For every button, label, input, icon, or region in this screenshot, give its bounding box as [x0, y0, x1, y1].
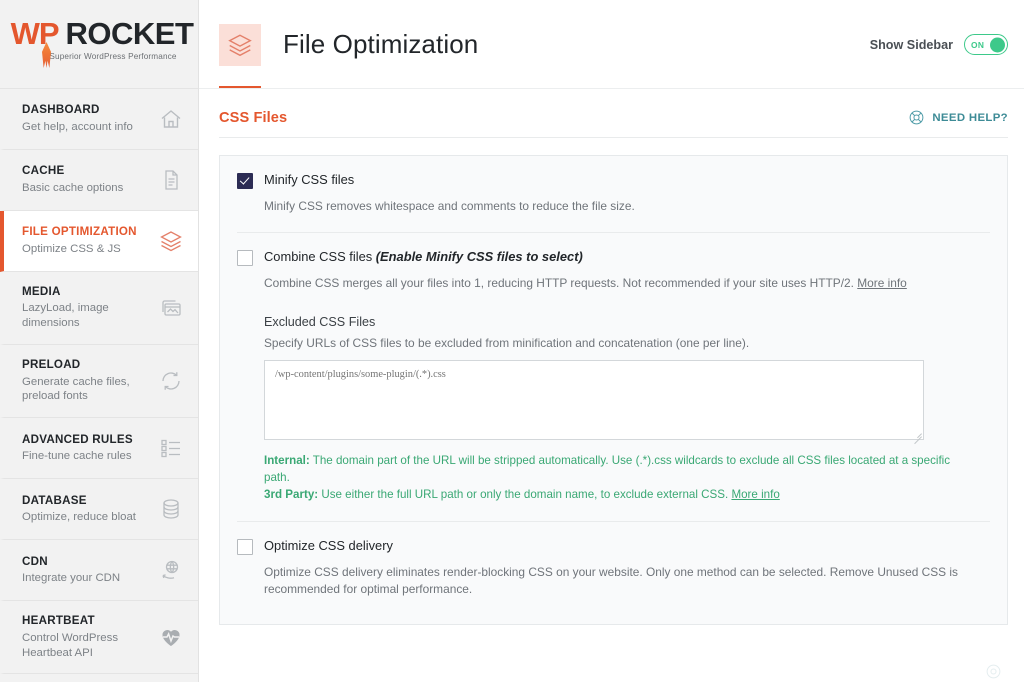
- optimize-css-delivery-checkbox[interactable]: [237, 538, 253, 555]
- show-sidebar-label: Show Sidebar: [869, 37, 953, 52]
- sidebar-nav: DASHBOARD Get help, account info CACHE B…: [0, 88, 198, 675]
- minify-css-label: Minify CSS files: [264, 172, 355, 187]
- refresh-icon: [158, 368, 184, 394]
- optimize-css-delivery-description: Optimize CSS delivery eliminates render-…: [264, 564, 958, 596]
- toggle-state-label: ON: [971, 39, 985, 50]
- section-title: CSS Files: [219, 109, 288, 126]
- sidebar-item-desc: LazyLoad, image dimensions: [22, 302, 109, 330]
- header-divider: [199, 88, 1024, 89]
- combine-css-checkbox[interactable]: [237, 250, 253, 267]
- combine-css-label: Combine CSS files (Enable Minify CSS fil…: [264, 249, 583, 265]
- home-icon: [158, 106, 184, 132]
- lifebuoy-icon: [985, 663, 1002, 680]
- sidebar-item-desc: Get help, account info: [22, 120, 133, 133]
- logo-wp-text: WP: [10, 16, 60, 51]
- checklist-icon: [158, 435, 184, 461]
- sidebar-item-title: HEARTBEAT: [22, 614, 95, 628]
- brand-logo[interactable]: WP ROCKET Superior WordPress Performance: [0, 0, 198, 88]
- sidebar-item-cdn[interactable]: CDN Integrate your CDN: [0, 540, 198, 602]
- excluded-css-title: Excluded CSS Files: [264, 314, 376, 329]
- note-internal-label: Internal:: [264, 453, 310, 467]
- css-options-card: Minify CSS files Minify CSS removes whit…: [219, 155, 1008, 626]
- minify-css-checkbox[interactable]: [237, 173, 253, 189]
- layers-icon: [219, 23, 261, 66]
- excluded-css-files-block: Excluded CSS Files Specify URLs of CSS f…: [264, 315, 990, 504]
- sidebar-item-title: FILE OPTIMIZATION: [22, 225, 137, 239]
- images-icon: [158, 295, 184, 321]
- sidebar-item-desc: Optimize CSS & JS: [22, 242, 121, 255]
- combine-css-label-hint: (Enable Minify CSS files to select): [375, 249, 583, 265]
- layers-icon: [158, 228, 184, 254]
- excluded-css-note: Internal: The domain part of the URL wil…: [264, 452, 964, 504]
- sidebar-item-cache[interactable]: CACHE Basic cache options: [0, 150, 198, 211]
- lifebuoy-icon: [908, 109, 925, 126]
- logo-rocket-text: ROCKET: [65, 16, 194, 51]
- note-internal-text: The domain part of the URL will be strip…: [264, 453, 951, 484]
- sidebar: WP ROCKET Superior WordPress Performance…: [0, 0, 199, 682]
- sidebar-item-title: DASHBOARD: [22, 103, 100, 117]
- sidebar-item-advanced-rules[interactable]: ADVANCED RULES Fine-tune cache rules: [0, 418, 198, 480]
- excluded-css-more-info-link[interactable]: More info: [731, 488, 779, 501]
- need-help-label: NEED HELP?: [932, 111, 1008, 124]
- need-help-link[interactable]: NEED HELP?: [908, 109, 1008, 126]
- page-header: File Optimization Show Sidebar ON: [199, 0, 1024, 89]
- sidebar-item-desc: Control WordPress Heartbeat API: [22, 631, 119, 659]
- sidebar-item-title: CACHE: [22, 164, 65, 178]
- excluded-css-description: Specify URLs of CSS files to be excluded…: [264, 335, 750, 350]
- note-3rd-party-text: Use either the full URL path or only the…: [318, 488, 732, 502]
- css-files-section-header: CSS Files NEED HELP?: [219, 109, 1008, 138]
- document-icon: [158, 167, 184, 193]
- sidebar-item-media[interactable]: MEDIA LazyLoad, image dimensions: [0, 272, 198, 346]
- combine-css-label-text: Combine CSS files: [264, 249, 376, 265]
- sidebar-item-desc: Basic cache options: [22, 181, 124, 194]
- toggle-knob: [990, 37, 1005, 52]
- sidebar-item-dashboard[interactable]: DASHBOARD Get help, account info: [0, 89, 198, 150]
- option-row-optimize-css-delivery: Optimize CSS delivery Optimize CSS deliv…: [237, 522, 990, 625]
- heartbeat-icon: [158, 624, 184, 650]
- sidebar-item-title: ADVANCED RULES: [22, 432, 133, 446]
- sidebar-item-title: CDN: [22, 554, 48, 568]
- cdn-icon: [158, 557, 184, 583]
- sidebar-item-desc: Generate cache files, preload fonts: [22, 375, 130, 403]
- sidebar-item-title: PRELOAD: [22, 358, 81, 372]
- sidebar-item-desc: Fine-tune cache rules: [22, 450, 132, 463]
- page-title: File Optimization: [283, 29, 479, 59]
- excluded-css-textarea[interactable]: [264, 359, 924, 440]
- sidebar-item-title: DATABASE: [22, 493, 87, 507]
- settings-content: CSS Files NEED HELP? Minify CSS files Mi…: [199, 89, 1024, 626]
- minify-css-description: Minify CSS removes whitespace and commen…: [264, 199, 635, 213]
- option-row-combine-css: Combine CSS files (Enable Minify CSS fil…: [237, 233, 990, 522]
- combine-css-description: Combine CSS merges all your files into 1…: [264, 275, 990, 292]
- sidebar-item-desc: Integrate your CDN: [22, 572, 121, 585]
- sidebar-item-database[interactable]: DATABASE Optimize, reduce bloat: [0, 479, 198, 541]
- logo-tagline: Superior WordPress Performance: [49, 52, 177, 61]
- sidebar-item-preload[interactable]: PRELOAD Generate cache files, preload fo…: [0, 345, 198, 419]
- sidebar-item-file-optimization[interactable]: FILE OPTIMIZATION Optimize CSS & JS: [0, 211, 198, 272]
- combine-css-more-info-link[interactable]: More info: [857, 276, 907, 290]
- main-content: File Optimization Show Sidebar ON CSS Fi…: [199, 0, 1024, 682]
- app-root: WP ROCKET Superior WordPress Performance…: [0, 0, 1024, 682]
- note-3rd-party-label: 3rd Party:: [264, 488, 319, 502]
- combine-css-description-text: Combine CSS merges all your files into 1…: [264, 276, 858, 291]
- sidebar-item-desc: Optimize, reduce bloat: [22, 511, 136, 524]
- option-row-minify-css: Minify CSS files Minify CSS removes whit…: [237, 156, 990, 234]
- sidebar-item-heartbeat[interactable]: HEARTBEAT Control WordPress Heartbeat AP…: [0, 601, 198, 675]
- sidebar-item-title: MEDIA: [22, 285, 61, 298]
- optimize-css-delivery-label: Optimize CSS delivery: [264, 537, 393, 553]
- database-icon: [158, 496, 184, 522]
- sidebar-toggle-group: Show Sidebar ON: [870, 34, 1008, 55]
- show-sidebar-toggle[interactable]: ON: [964, 34, 1008, 55]
